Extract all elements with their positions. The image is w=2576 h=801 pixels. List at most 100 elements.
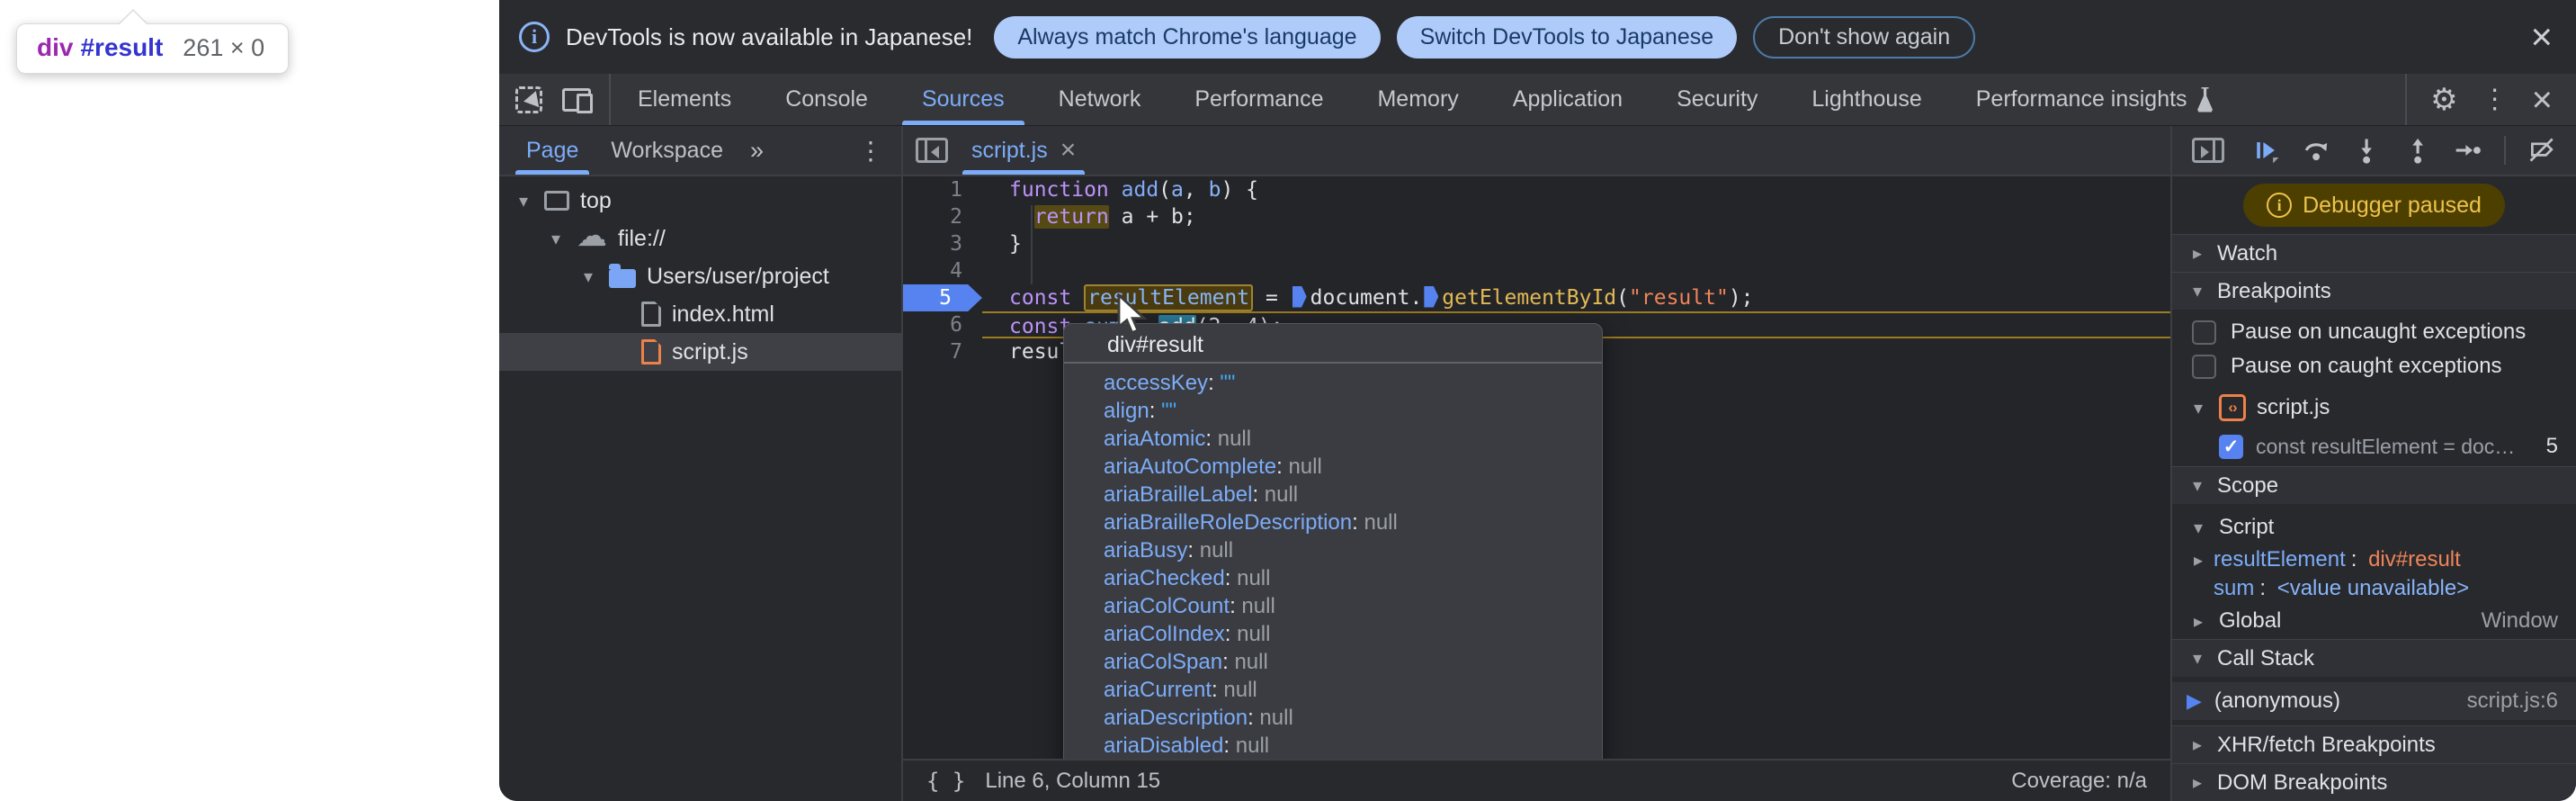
disclosure-icon: ▾ (2188, 474, 2206, 497)
checkbox-checked[interactable] (2219, 435, 2243, 459)
pause-caught-row[interactable]: Pause on caught exceptions (2172, 349, 2576, 383)
tab-security[interactable]: Security (1650, 74, 1784, 125)
inline-breakpoint-icon[interactable] (1292, 286, 1307, 308)
breakpoint-entry[interactable]: const resultElement = doc… 5 (2172, 427, 2576, 466)
code-token: = (1253, 286, 1291, 310)
navigator-menu-icon[interactable]: ⋮ (858, 136, 887, 166)
deactivate-breakpoints-icon[interactable] (2527, 134, 2556, 166)
tab-network[interactable]: Network (1032, 74, 1168, 125)
property-colon: : (1252, 482, 1264, 507)
step-icon[interactable] (2454, 134, 2482, 166)
section-call-stack[interactable]: ▾ Call Stack (2172, 639, 2576, 677)
tab-label: Application (1513, 86, 1623, 112)
property-name: ariaDisabled (1104, 734, 1223, 758)
file-tab-scriptjs[interactable]: script.js × (962, 126, 1085, 175)
line-number[interactable]: 3 (903, 230, 982, 257)
tab-memory[interactable]: Memory (1350, 74, 1485, 125)
breakpoint-file-group[interactable]: ▾ ‹› script.js (2172, 389, 2576, 427)
switch-devtools-japanese-button[interactable]: Switch DevTools to Japanese (1397, 16, 1738, 58)
checkbox-unchecked[interactable] (2192, 320, 2216, 345)
scope-script-group[interactable]: ▾ Script (2172, 509, 2576, 545)
tab-console[interactable]: Console (758, 74, 895, 125)
tab-sources[interactable]: Sources (895, 74, 1032, 125)
pretty-print-icon[interactable]: { } (926, 769, 965, 794)
scope-content: ▾ Script ▸ resultElement: div#result sum… (2172, 504, 2576, 639)
dom-breakpoints-label: DOM Breakpoints (2217, 770, 2387, 796)
tree-item-top[interactable]: top (499, 182, 901, 220)
tab-performance-insights[interactable]: Performance insights (1949, 74, 2241, 125)
tab-overflow-icon[interactable]: » (743, 137, 771, 165)
section-watch[interactable]: ▸ Watch (2172, 234, 2576, 272)
scope-global-group[interactable]: ▸ Global Window (2172, 603, 2576, 639)
coverage-status: Coverage: n/a (2011, 769, 2147, 794)
tab-lighthouse[interactable]: Lighthouse (1784, 74, 1948, 125)
more-options-icon[interactable]: ⋮ (2482, 84, 2509, 115)
property-name: ariaBrailleRoleDescription (1104, 510, 1352, 535)
line-number[interactable]: 6 (903, 311, 982, 338)
call-stack-frame[interactable]: ▶ (anonymous) script.js:6 (2172, 682, 2576, 720)
code-line-1[interactable]: 1function add(a, b) { (903, 176, 2170, 203)
disclosure-icon[interactable] (578, 266, 598, 288)
breakpoints-content: Pause on uncaught exceptions Pause on ca… (2172, 310, 2576, 466)
tree-item-users-user-project[interactable]: Users/user/project (499, 257, 901, 295)
inspect-element-icon[interactable] (515, 86, 542, 113)
hide-debugger-sidebar-icon[interactable] (2192, 138, 2224, 163)
step-over-icon[interactable] (2302, 134, 2330, 166)
var-name: resultElement (2214, 547, 2346, 572)
devtools-close-icon[interactable]: × (2532, 82, 2553, 118)
tree-item-label: top (580, 188, 612, 214)
line-number[interactable]: 2 (903, 203, 982, 230)
file-tab-close-icon[interactable]: × (1060, 135, 1077, 166)
inline-breakpoint-icon[interactable] (1424, 286, 1438, 308)
pause-uncaught-row[interactable]: Pause on uncaught exceptions (2172, 315, 2576, 349)
line-number[interactable]: 4 (903, 257, 982, 284)
property-name: ariaBrailleLabel (1104, 482, 1252, 507)
disclosure-icon[interactable] (546, 228, 566, 250)
line-number[interactable]: 1 (903, 176, 982, 203)
hide-navigator-icon[interactable] (916, 138, 948, 163)
tab-workspace[interactable]: Workspace (598, 126, 736, 175)
dont-show-again-button[interactable]: Don't show again (1753, 16, 1975, 58)
disclosure-icon: ▾ (2188, 397, 2208, 419)
section-breakpoints[interactable]: ▾ Breakpoints (2172, 272, 2576, 310)
tab-label: Performance (1194, 86, 1323, 112)
scope-var-sum[interactable]: sum: <value unavailable> (2172, 574, 2576, 603)
property-name: ariaDescription (1104, 706, 1248, 730)
tab-performance[interactable]: Performance (1167, 74, 1350, 125)
tree-item-script-js[interactable]: script.js (499, 333, 901, 371)
always-match-language-button[interactable]: Always match Chrome's language (994, 16, 1380, 58)
tab-application[interactable]: Application (1486, 74, 1650, 125)
code-token: const (1009, 286, 1084, 310)
disclosure-icon[interactable] (514, 190, 533, 212)
code-token: ( (1158, 178, 1171, 202)
code-line-4[interactable]: 4 (903, 257, 2170, 284)
tab-elements[interactable]: Elements (611, 74, 758, 125)
tab-page[interactable]: Page (514, 126, 591, 175)
resume-script-icon[interactable] (2251, 134, 2280, 166)
tree-item-index-html[interactable]: index.html (499, 295, 901, 333)
folder-icon (609, 269, 636, 288)
settings-gear-icon[interactable]: ⚙ (2430, 82, 2457, 118)
flask-icon (2196, 87, 2214, 112)
code-line-3[interactable]: 3} (903, 230, 2170, 257)
code-line-5[interactable]: 5const resultElement = document.getEleme… (903, 284, 2170, 311)
code-line-2[interactable]: 2 return a + b; (903, 203, 2170, 230)
section-dom-breakpoints[interactable]: ▸ DOM Breakpoints (2172, 763, 2576, 801)
tree-item-file[interactable]: file:// (499, 220, 901, 257)
breakpoint-flag[interactable]: 5 (903, 284, 982, 311)
checkbox-unchecked[interactable] (2192, 355, 2216, 379)
notification-close-icon[interactable]: × (2530, 18, 2553, 56)
section-scope[interactable]: ▾ Scope (2172, 466, 2576, 504)
scope-var-resultElement[interactable]: ▸ resultElement: div#result (2172, 545, 2576, 574)
info-icon: i (519, 22, 550, 52)
section-xhr-breakpoints[interactable]: ▸ XHR/fetch Breakpoints (2172, 725, 2576, 763)
sources-panel: Page Workspace » ⋮ top file://Users/user/… (499, 126, 2576, 801)
step-out-icon[interactable] (2403, 134, 2432, 166)
property-colon: : (1208, 371, 1220, 395)
property-value: null (1237, 622, 1270, 646)
code-editor[interactable]: 1function add(a, b) {2 return a + b;3}45… (903, 176, 2170, 801)
device-toolbar-icon[interactable] (562, 88, 591, 112)
panel-tabs: ElementsConsoleSourcesNetwork Performance… (611, 74, 2241, 125)
line-number[interactable]: 7 (903, 338, 982, 365)
step-into-icon[interactable] (2352, 134, 2381, 166)
